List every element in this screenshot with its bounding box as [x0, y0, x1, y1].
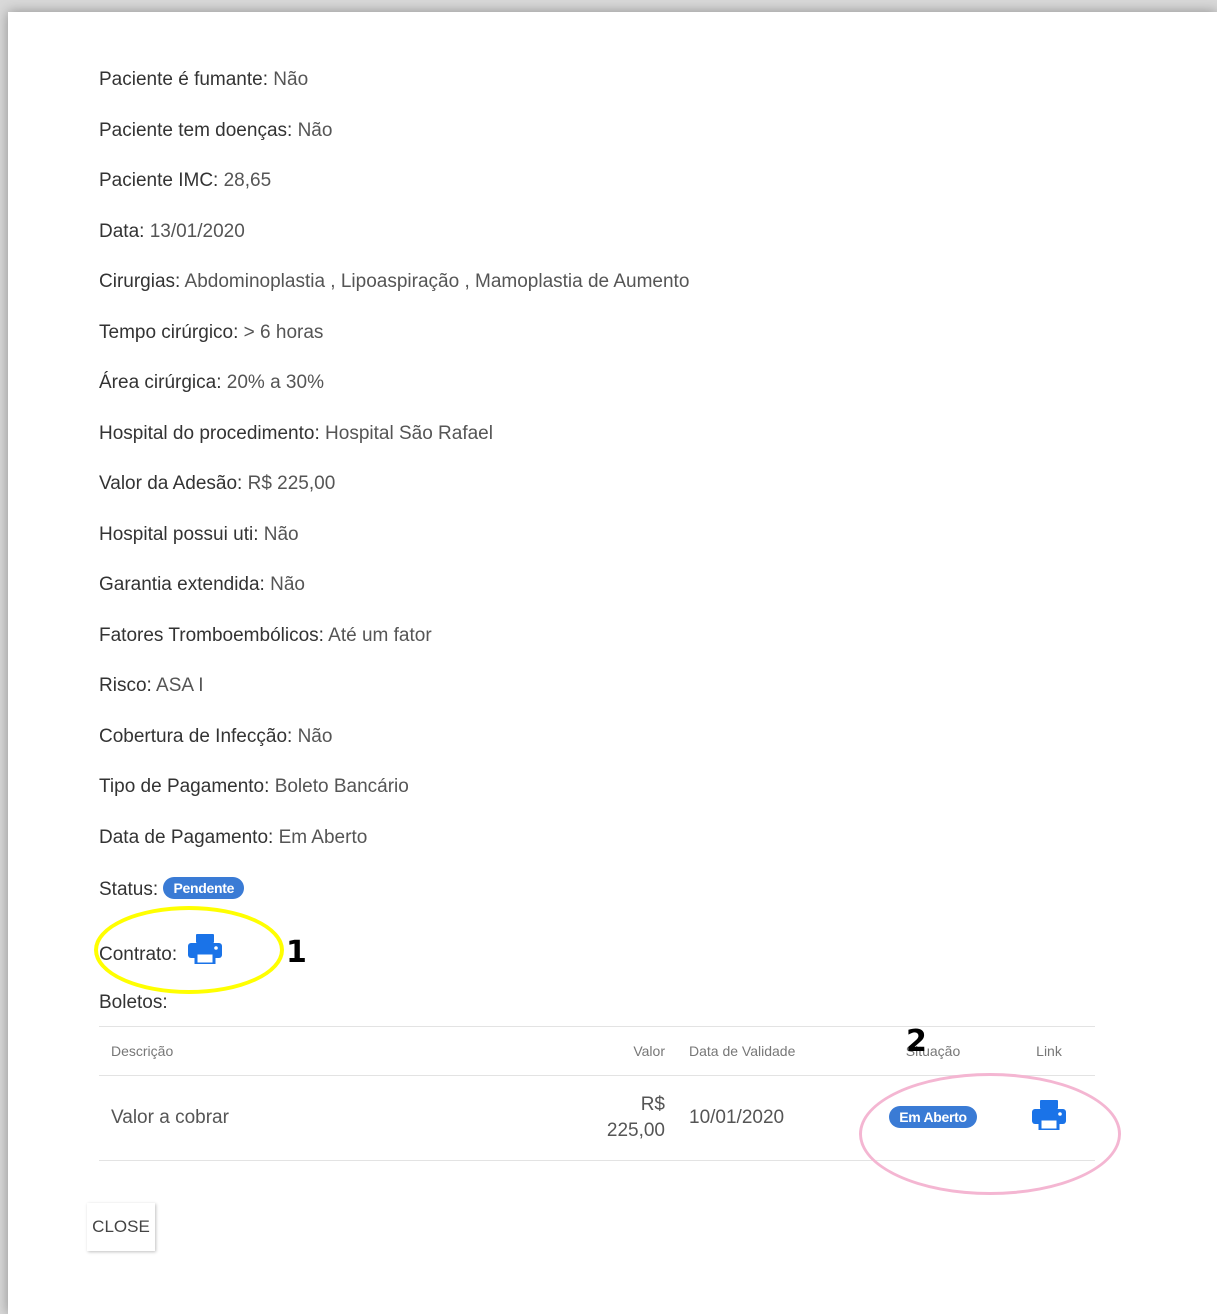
field-cobertura: Cobertura de Infecção: Não: [99, 726, 332, 748]
field-status: Status: Pendente: [99, 877, 245, 901]
field-tempo-cirurgico: Tempo cirúrgico: > 6 horas: [99, 322, 323, 344]
cell-descricao: Valor a cobrar: [99, 1075, 573, 1161]
field-value: Até um fator: [328, 625, 432, 646]
field-value: 28,65: [223, 170, 272, 191]
boletos-label: Boletos:: [99, 992, 168, 1013]
field-label: Hospital do procedimento:: [99, 423, 320, 444]
field-label: Área cirúrgica:: [99, 372, 222, 393]
field-label: Garantia extendida:: [99, 574, 265, 595]
field-value: > 6 horas: [243, 322, 324, 343]
header-valor: Valor: [573, 1026, 677, 1076]
field-value: Não: [270, 574, 305, 595]
cell-situacao: Em Aberto: [863, 1075, 1003, 1161]
field-label: Valor da Adesão:: [99, 473, 243, 494]
field-data-pagamento: Data de Pagamento: Em Aberto: [99, 827, 367, 849]
field-label: Paciente IMC:: [99, 170, 219, 191]
table-header-row: Descrição Valor Data de Validade Situaçã…: [99, 1026, 1095, 1076]
field-label: Risco:: [99, 675, 152, 696]
field-label: Hospital possui uti:: [99, 524, 259, 545]
field-value: Não: [297, 120, 333, 141]
header-situacao: Situação: [863, 1026, 1003, 1076]
cell-link: [1003, 1075, 1095, 1161]
status-badge: Pendente: [163, 877, 245, 899]
field-tipo-pagamento: Tipo de Pagamento: Boleto Bancário: [99, 776, 409, 798]
annotation-marker-2: 2: [906, 1024, 927, 1059]
field-label: Cirurgias:: [99, 271, 181, 292]
field-value: 20% a 30%: [226, 372, 324, 393]
field-fatores: Fatores Tromboembólicos: Até um fator: [99, 625, 432, 647]
status-label: Status:: [99, 879, 159, 900]
cell-valor-currency: R$: [640, 1094, 665, 1115]
field-value: Não: [273, 69, 309, 90]
field-hospital-uti: Hospital possui uti: Não: [99, 524, 299, 546]
field-value: 13/01/2020: [149, 221, 245, 242]
field-value: Abdominoplastia , Lipoaspiração , Mamopl…: [184, 271, 690, 292]
field-label: Tipo de Pagamento:: [99, 776, 270, 797]
field-label: Paciente é fumante:: [99, 69, 268, 90]
field-risco: Risco: ASA I: [99, 675, 204, 697]
field-value: R$ 225,00: [247, 473, 336, 494]
contrato-label: Contrato:: [99, 944, 178, 965]
field-fumante: Paciente é fumante: Não: [99, 69, 308, 91]
boletos-table: Descrição Valor Data de Validade Situaçã…: [99, 1026, 1095, 1161]
printer-icon[interactable]: [188, 934, 223, 970]
field-value: Não: [263, 524, 299, 545]
header-data-validade: Data de Validade: [677, 1026, 863, 1076]
field-contrato: Contrato:: [99, 934, 223, 970]
field-hospital: Hospital do procedimento: Hospital São R…: [99, 423, 493, 445]
field-value: ASA I: [156, 675, 204, 696]
cell-valor: R$ 225,00: [573, 1075, 677, 1161]
annotation-marker-1: 1: [286, 935, 307, 970]
field-label: Data:: [99, 221, 145, 242]
field-value: Hospital São Rafael: [325, 423, 493, 444]
close-button[interactable]: CLOSE: [87, 1203, 155, 1251]
cell-data-validade: 10/01/2020: [677, 1075, 863, 1161]
field-imc: Paciente IMC: 28,65: [99, 170, 271, 192]
field-valor-adesao: Valor da Adesão: R$ 225,00: [99, 473, 335, 495]
field-doencas: Paciente tem doenças: Não: [99, 120, 332, 142]
field-garantia: Garantia extendida: Não: [99, 574, 305, 596]
field-label: Cobertura de Infecção:: [99, 726, 293, 747]
header-link: Link: [1003, 1026, 1095, 1076]
header-descricao: Descrição: [99, 1026, 573, 1076]
field-cirurgias: Cirurgias: Abdominoplastia , Lipoaspiraç…: [99, 271, 689, 293]
cell-valor-amount: 225,00: [606, 1120, 665, 1141]
field-boletos: Boletos:: [99, 992, 168, 1014]
field-data: Data: 13/01/2020: [99, 221, 245, 243]
field-label: Data de Pagamento:: [99, 827, 274, 848]
field-value: Não: [297, 726, 333, 747]
field-label: Tempo cirúrgico:: [99, 322, 239, 343]
situacao-badge: Em Aberto: [889, 1106, 977, 1128]
field-area-cirurgica: Área cirúrgica: 20% a 30%: [99, 372, 324, 394]
field-value: Boleto Bancário: [274, 776, 409, 797]
field-label: Paciente tem doenças:: [99, 120, 293, 141]
field-label: Fatores Tromboembólicos:: [99, 625, 324, 646]
table-row: Valor a cobrar R$ 225,00 10/01/2020 Em A…: [99, 1075, 1095, 1161]
field-value: Em Aberto: [278, 827, 368, 848]
printer-icon[interactable]: [1032, 1100, 1066, 1136]
